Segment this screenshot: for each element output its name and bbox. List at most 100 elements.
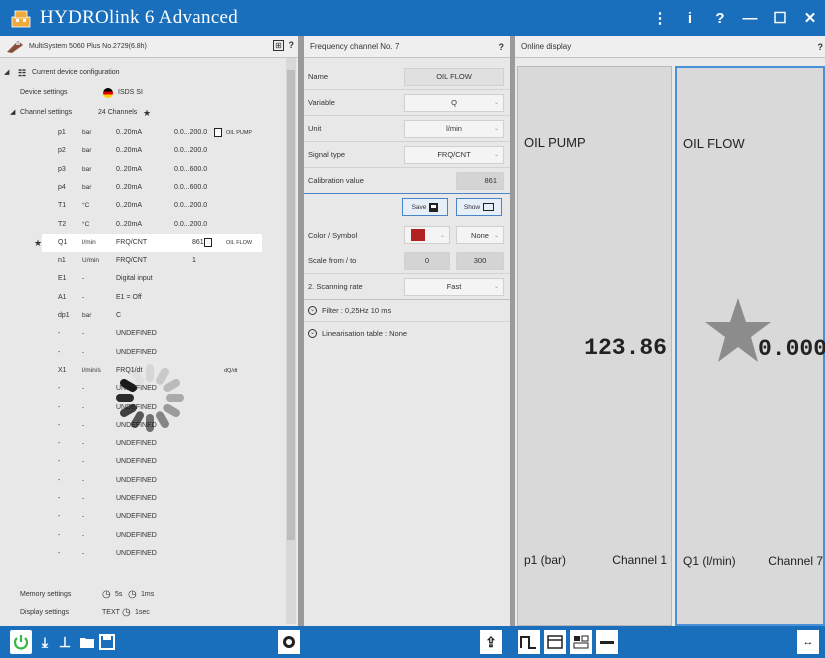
table-view-icon[interactable]: [544, 630, 566, 654]
save-disk-icon[interactable]: [214, 128, 222, 137]
star-icon: ★: [34, 237, 43, 248]
device-title: MultiSystem 5060 Plus No.2729(6.8h): [29, 43, 147, 50]
device-icon: [6, 40, 24, 54]
scanning-rate-label: 2. Scanning rate: [308, 282, 363, 291]
show-button[interactable]: Show: [456, 198, 502, 216]
channel-row[interactable]: - - UNDEFINED: [42, 472, 262, 490]
calibration-field[interactable]: 861: [456, 171, 504, 190]
channel-row[interactable]: - - UNDEFINED: [42, 508, 262, 526]
channel-name: X1: [58, 366, 67, 374]
expand-icon[interactable]: ⊞: [273, 40, 284, 51]
channel-row[interactable]: n1 U/min FRQ/CNT 1: [42, 252, 262, 270]
channel-row[interactable]: ★ Q1 l/min FRQ/CNT 861 OIL FLOW: [34, 233, 262, 252]
unit-dropdown[interactable]: l/min ⌄: [404, 119, 504, 138]
help-icon[interactable]: ?: [289, 40, 295, 50]
linearisation-row[interactable]: ⌄ Linearisation table : None: [304, 322, 510, 344]
scale-from-field[interactable]: 0: [404, 251, 450, 270]
channel-unit: l/min/s: [82, 366, 101, 374]
save-disk-icon[interactable]: [204, 237, 212, 247]
channel-row[interactable]: dp1 bar C: [42, 307, 262, 325]
variable-row: Variable Q ⌄: [304, 90, 510, 116]
expand-circle-icon[interactable]: ⌄: [308, 306, 317, 315]
channel-name: dp1: [58, 312, 70, 319]
channel-row[interactable]: p3 bar 0..20mA 0.0...600.0: [42, 161, 262, 179]
save-disk-icon[interactable]: [96, 630, 118, 654]
display-card[interactable]: OIL PUMP 123.86 p1 (bar) Channel 1: [517, 66, 672, 626]
scanning-rate-dropdown[interactable]: Fast ⌄: [404, 277, 504, 296]
display-rate-value: 1sec: [135, 609, 150, 616]
channel-row[interactable]: - - UNDEFINED: [42, 453, 262, 471]
tree-scrollbar[interactable]: [286, 58, 296, 624]
channel-unit: -: [82, 275, 85, 283]
bottom-toolbar: ⤓ ⊥ ⇪ ↔: [0, 626, 825, 658]
download-icon[interactable]: ⤓: [34, 630, 56, 654]
channel-row[interactable]: T1 °C 0..20mA 0.0...200.0: [42, 197, 262, 215]
help-icon[interactable]: ?: [818, 42, 824, 52]
channel-value: 861: [192, 238, 204, 246]
menu-dots-icon[interactable]: ⋮: [645, 0, 675, 36]
signal-type-dropdown[interactable]: FRQ/CNT ⌄: [404, 145, 504, 164]
channel-unit: bar: [82, 312, 92, 319]
curve-view-icon[interactable]: [518, 630, 540, 654]
scrollbar-thumb[interactable]: [287, 70, 295, 540]
memory-settings-row[interactable]: Memory settings ◷ 5s ◷ 1ms: [0, 586, 286, 604]
channel-name: -: [58, 421, 61, 429]
name-field[interactable]: OIL FLOW: [404, 67, 504, 86]
device-panel: MultiSystem 5060 Plus No.2729(6.8h) ⊞ ? …: [0, 36, 298, 626]
channel-row[interactable]: - - UNDEFINED: [42, 325, 262, 343]
maximize-button[interactable]: ☐: [765, 0, 795, 36]
device-settings-row[interactable]: Device settings ISDS SI: [0, 84, 286, 102]
tree-root[interactable]: ◢ ☷ Current device configuration: [0, 64, 286, 82]
channel-settings-row[interactable]: ◢ Channel settings 24 Channels ★: [0, 104, 286, 122]
minus-icon[interactable]: [596, 630, 618, 654]
channel-range: 0.0...200.0: [174, 220, 208, 228]
save-button[interactable]: Save: [402, 198, 448, 216]
minimize-button[interactable]: —: [735, 0, 765, 36]
symbol-dropdown[interactable]: None ⌄: [456, 226, 504, 244]
save-disk-icon: [429, 202, 439, 212]
filter-row[interactable]: ⌄ Filter : 0,25Hz 10 ms: [304, 300, 510, 322]
channel-name: -: [58, 513, 61, 521]
channel-unit: -: [82, 458, 85, 466]
help-icon[interactable]: ?: [705, 0, 735, 36]
resize-horizontal-icon[interactable]: ↔: [797, 630, 819, 654]
channel-row[interactable]: - - UNDEFINED: [42, 527, 262, 545]
channel-row[interactable]: A1 - E1 = Off: [42, 289, 262, 307]
channel-row[interactable]: - - UNDEFINED: [42, 545, 262, 563]
channel-row[interactable]: p4 bar 0..20mA 0.0...600.0: [42, 179, 262, 197]
display-value: 0.000: [757, 336, 825, 362]
upload-icon[interactable]: ⇪: [480, 630, 502, 654]
display-settings-row[interactable]: Display settings TEXT ◷ 1sec: [0, 604, 286, 622]
channel-unit: bar: [82, 129, 92, 136]
channel-row[interactable]: p1 bar 0..20mA 0.0...200.0 OIL PUMP: [42, 124, 262, 142]
channel-row[interactable]: - - UNDEFINED: [42, 490, 262, 508]
channel-row[interactable]: T2 °C 0..20mA 0.0...200.0: [42, 216, 262, 234]
display-view-icon[interactable]: [570, 630, 592, 654]
config-tree: ◢ ☷ Current device configuration Device …: [0, 58, 286, 624]
channel-row[interactable]: E1 - Digital input: [42, 270, 262, 288]
channel-name: p1: [58, 129, 66, 136]
color-dropdown[interactable]: ⌄: [404, 226, 450, 244]
channel-unit: -: [82, 513, 85, 521]
display-name: OIL PUMP: [524, 135, 586, 150]
expand-circle-icon[interactable]: ⌄: [308, 328, 317, 338]
collapse-icon[interactable]: ◢: [4, 64, 9, 82]
download-to-device-icon[interactable]: ⊥: [54, 630, 76, 654]
save-label: Save: [411, 203, 427, 211]
help-icon[interactable]: ?: [499, 42, 505, 52]
power-button[interactable]: [10, 630, 32, 654]
channel-name: -: [58, 403, 61, 411]
open-folder-icon[interactable]: [76, 630, 98, 654]
variable-dropdown[interactable]: Q ⌄: [404, 93, 504, 112]
channel-name: p3: [58, 165, 66, 173]
channel-signal: C: [116, 312, 122, 319]
record-button[interactable]: [278, 630, 300, 654]
close-button[interactable]: ✕: [795, 0, 825, 36]
display-card-selected[interactable]: OIL FLOW 0.000 Q1 (l/min) Channel 7: [675, 66, 825, 626]
channel-row[interactable]: p2 bar 0..20mA 0.0...200.0: [42, 142, 262, 160]
info-icon[interactable]: i: [675, 0, 705, 36]
config-icon: ☷: [18, 68, 27, 78]
collapse-icon[interactable]: ◢: [10, 104, 15, 122]
channel-unit: -: [82, 495, 85, 502]
scale-to-field[interactable]: 300: [456, 251, 504, 270]
